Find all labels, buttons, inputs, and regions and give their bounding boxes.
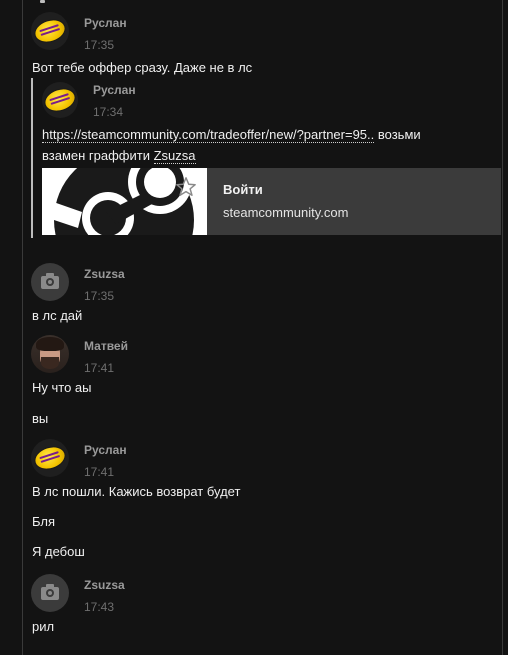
message-ruslan-2: Руслан 17:41 В лс пошли. Кажись возврат … xyxy=(31,439,498,564)
message-time: 17:41 xyxy=(84,361,115,375)
message-time: 17:35 xyxy=(84,289,115,303)
preview-title: Войти xyxy=(223,182,263,197)
quote-text-line-1: https://steamcommunity.com/tradeoffer/ne… xyxy=(42,127,421,143)
message-zsuzsa-2: Zsuzsa 17:43 рил xyxy=(31,574,498,639)
thread-line-right xyxy=(502,0,503,655)
avatar[interactable] xyxy=(31,12,69,50)
star-outline-icon[interactable] xyxy=(175,176,197,198)
message-text: вы xyxy=(32,411,49,426)
avatar-badge-image xyxy=(42,85,78,115)
quote-text-line-2: взамен граффити Zsuzsa xyxy=(42,148,196,164)
thread-line-left xyxy=(22,0,23,655)
avatar[interactable] xyxy=(31,439,69,477)
quoted-message: Руслан 17:34 https://steamcommunity.com/… xyxy=(42,78,502,238)
message-zsuzsa-1: Zsuzsa 17:35 в лс дай xyxy=(31,263,498,323)
message-text: В лс пошли. Кажись возврат будет xyxy=(32,484,241,499)
message-text: Бля xyxy=(32,514,56,529)
quote-author[interactable]: Руслан xyxy=(93,83,136,97)
message-time: 17:35 xyxy=(84,38,115,52)
message-time: 17:43 xyxy=(84,600,115,614)
message-text: Я дебош xyxy=(32,544,85,559)
message-author[interactable]: Руслан xyxy=(84,443,127,457)
tradeoffer-link[interactable]: https://steamcommunity.com/tradeoffer/ne… xyxy=(42,127,375,143)
avatar[interactable] xyxy=(31,263,69,301)
message-author[interactable]: Матвей xyxy=(84,339,128,353)
quote-text-after-link: возьми xyxy=(374,127,421,142)
quote-time: 17:34 xyxy=(93,105,124,119)
message-time: 17:41 xyxy=(84,465,115,479)
message-text: в лс дай xyxy=(32,308,83,323)
message-ruslan-1: Руслан 17:35 Вот тебе оффер сразу. Даже … xyxy=(31,12,498,75)
scroll-fragment xyxy=(40,0,45,3)
preview-domain: steamcommunity.com xyxy=(223,205,349,220)
message-matvey-1: Матвей 17:41 Ну что аы вы xyxy=(31,335,498,430)
avatar[interactable] xyxy=(31,574,69,612)
mention-link[interactable]: Zsuzsa xyxy=(153,148,196,164)
avatar[interactable] xyxy=(31,335,69,373)
quote-text-prefix: взамен граффити xyxy=(42,148,154,163)
avatar-badge-image xyxy=(32,443,68,473)
avatar-badge-image xyxy=(32,16,68,46)
message-author[interactable]: Руслан xyxy=(84,16,127,30)
message-author[interactable]: Zsuzsa xyxy=(84,578,125,592)
message-text: Ну что аы xyxy=(32,380,92,395)
message-text: Вот тебе оффер сразу. Даже не в лс xyxy=(32,60,253,75)
steam-logo-image xyxy=(42,168,207,235)
quote-bar xyxy=(31,78,33,238)
message-author[interactable]: Zsuzsa xyxy=(84,267,125,281)
message-text: рил xyxy=(32,619,55,634)
avatar[interactable] xyxy=(42,82,78,118)
link-preview-card[interactable]: Войти steamcommunity.com xyxy=(42,168,501,235)
